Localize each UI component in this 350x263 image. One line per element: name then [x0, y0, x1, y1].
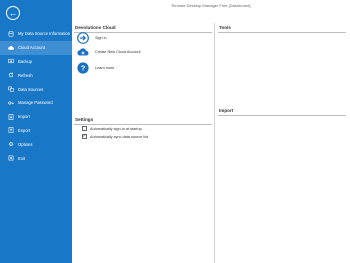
- settings-divider: [74, 123, 212, 125]
- back-arrow-icon[interactable]: ←: [6, 6, 20, 20]
- sidebar-item-label: Options: [18, 141, 33, 147]
- settings-panel-title: Settings: [75, 117, 94, 122]
- learn-more-link[interactable]: ? Learn more: [77, 62, 114, 74]
- sidebar-item-label: Manage Password: [18, 100, 53, 106]
- sidebar-item-label: Refresh: [18, 72, 33, 78]
- sidebar-item-label: My Data Source Information: [18, 31, 71, 37]
- auto-sync-label: Automatically sync data source list: [90, 134, 149, 139]
- svg-text:?: ?: [81, 64, 86, 73]
- learn-more-label: Learn more: [95, 66, 115, 70]
- sidebar-item-my-data-source-information[interactable]: My Data Source Information: [0, 27, 72, 41]
- auto-signin-checkbox[interactable]: [82, 126, 87, 131]
- backup-icon: [8, 58, 14, 64]
- sidebar-item-data-sources[interactable]: Data Sources: [0, 82, 72, 96]
- sidebar-item-manage-password[interactable]: Manage Password: [0, 96, 72, 110]
- column-divider: [214, 23, 215, 263]
- window-title: Remote Desktop Manager Free [Dashboard]: [171, 3, 251, 8]
- exit-icon: [8, 155, 14, 161]
- help-icon: ?: [77, 62, 89, 74]
- cloud-icon: [8, 45, 14, 51]
- sidebar-item-export[interactable]: Export: [0, 124, 72, 138]
- auto-sync-option: ✓ Automatically sync data source list: [82, 134, 148, 139]
- auto-signin-label: Automatically sign-in at startup: [90, 126, 142, 131]
- sidebar-item-options[interactable]: Options: [0, 137, 72, 151]
- sidebar-item-label: Data Sources: [18, 86, 44, 92]
- data-sources-icon: [8, 86, 14, 92]
- tools-panel-title: Tools: [219, 25, 231, 30]
- auto-signin-option: Automatically sign-in at startup: [82, 126, 142, 131]
- sidebar-item-import[interactable]: Import: [0, 110, 72, 124]
- import-panel-title: Import: [219, 108, 234, 113]
- sidebar: ← My Data Source Information Cloud Accou…: [0, 0, 72, 263]
- create-cloud-icon: [77, 46, 89, 58]
- export-icon: [8, 127, 14, 134]
- sidebar-item-refresh[interactable]: Refresh: [0, 68, 72, 82]
- database-icon: [8, 31, 14, 37]
- import-divider: [218, 115, 346, 116]
- auto-sync-checkbox[interactable]: ✓: [82, 134, 87, 139]
- sidebar-item-label: Backup: [18, 58, 32, 64]
- refresh-icon: [8, 72, 14, 78]
- sign-in-link[interactable]: Sign in: [77, 32, 107, 44]
- import-icon: [8, 113, 14, 120]
- sign-in-icon: [77, 32, 89, 44]
- sidebar-item-backup[interactable]: Backup: [0, 55, 72, 69]
- sidebar-item-label: Export: [18, 127, 31, 133]
- create-cloud-account-link[interactable]: Create New Cloud Account: [77, 46, 141, 58]
- tools-divider: [218, 32, 346, 33]
- sidebar-nav: My Data Source Information Cloud Account…: [0, 27, 72, 165]
- key-icon: [8, 100, 14, 106]
- sidebar-item-exit[interactable]: Exit: [0, 151, 72, 165]
- sidebar-item-label: Exit: [18, 155, 25, 161]
- options-icon: [8, 141, 14, 147]
- sidebar-item-cloud-account[interactable]: Cloud Account: [0, 40, 72, 55]
- cloud-panel-title: Devolutions Cloud: [75, 25, 116, 30]
- sign-in-label: Sign in: [95, 36, 107, 40]
- create-cloud-label: Create New Cloud Account: [95, 50, 141, 54]
- sidebar-item-label: Cloud Account: [18, 45, 46, 51]
- sidebar-item-label: Import: [18, 114, 30, 120]
